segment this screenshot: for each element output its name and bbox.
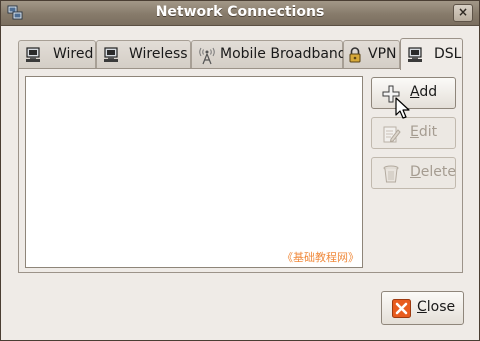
- edit-button[interactable]: Edit: [371, 117, 456, 149]
- tab-vpn-label: VPN: [368, 46, 397, 62]
- tab-dsl-label: DSL: [434, 46, 462, 62]
- padlock-icon: [348, 47, 366, 63]
- close-icon: [392, 299, 411, 318]
- delete-button-label: Delete: [410, 164, 456, 180]
- edit-button-label: Edit: [410, 124, 438, 140]
- computer-network-icon: [103, 47, 121, 63]
- tab-vpn[interactable]: VPN: [343, 40, 400, 68]
- title-bar[interactable]: Network Connections ×: [1, 1, 479, 26]
- computer-network-icon: [25, 47, 43, 63]
- close-button[interactable]: Close: [381, 291, 464, 325]
- network-connections-window: Network Connections × Wired Wireless Mob…: [0, 0, 480, 341]
- window-close-icon[interactable]: ×: [453, 4, 473, 22]
- tab-mobile-broadband[interactable]: Mobile Broadband: [191, 40, 347, 68]
- edit-document-icon: [381, 124, 401, 144]
- connections-list[interactable]: 《基础教程网》: [25, 76, 363, 268]
- watermark: 《基础教程网》: [282, 251, 359, 264]
- tab-wired[interactable]: Wired: [18, 40, 96, 68]
- tab-wireless-label: Wireless: [129, 46, 188, 62]
- computer-network-icon: [407, 47, 425, 63]
- tab-wireless[interactable]: Wireless: [96, 40, 191, 68]
- add-button[interactable]: Add: [371, 77, 456, 109]
- trash-icon: [381, 164, 401, 184]
- add-button-label: Add: [410, 84, 438, 100]
- tab-mobile-broadband-label: Mobile Broadband: [220, 46, 347, 62]
- delete-button[interactable]: Delete: [371, 157, 456, 189]
- antenna-tower-icon: [198, 47, 216, 65]
- tab-dsl[interactable]: DSL: [400, 38, 463, 70]
- mouse-pointer-icon: [395, 97, 411, 121]
- close-button-label: Close: [417, 299, 456, 315]
- window-title: Network Connections: [155, 4, 325, 20]
- tab-wired-label: Wired: [53, 46, 94, 62]
